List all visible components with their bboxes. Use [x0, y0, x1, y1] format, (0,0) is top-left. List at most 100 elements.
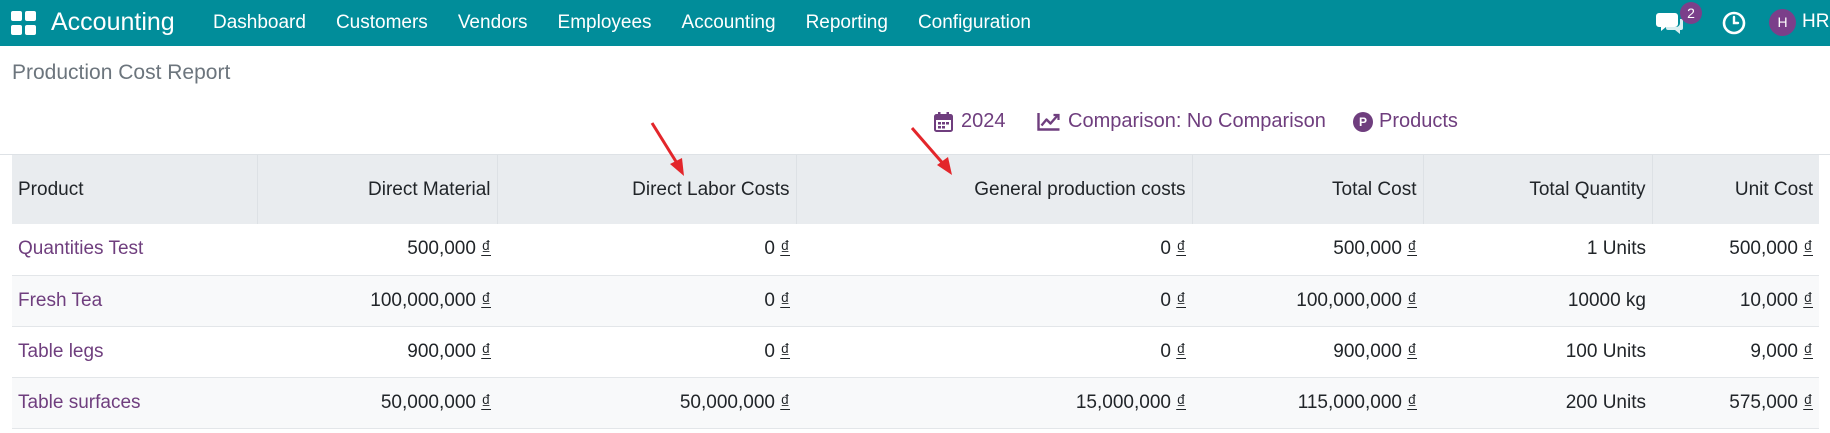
amount-value: 115,000,000: [1297, 391, 1402, 413]
currency-symbol: ₫: [780, 238, 790, 260]
amount-value: 0: [1160, 238, 1171, 260]
total-cost-cell: 100,000,000 ₫: [1192, 275, 1423, 327]
column-header-direct-labor-costs[interactable]: Direct Labor Costs: [497, 155, 797, 224]
direct-material-cell: 900,000 ₫: [257, 326, 497, 378]
products-icon: P: [1353, 111, 1373, 132]
table-row: Table legs 900,000 ₫ 0 ₫ 0 ₫ 900,000 ₫ 1…: [12, 326, 1819, 378]
currency-symbol: ₫: [780, 289, 790, 311]
total-cost-cell: 900,000 ₫: [1192, 326, 1423, 378]
column-header-total-quantity[interactable]: Total Quantity: [1423, 155, 1653, 224]
amount-value: 0: [1160, 289, 1171, 311]
app-brand[interactable]: Accounting: [51, 7, 175, 37]
amount-value: 0: [764, 238, 775, 260]
direct-labor-cell: 0 ₫: [497, 224, 796, 276]
products-filter[interactable]: P Products: [1353, 110, 1458, 133]
products-filter-label: Products: [1379, 110, 1458, 132]
amount-value: 0: [1160, 340, 1171, 362]
menu-vendors[interactable]: Vendors: [458, 12, 528, 34]
amount-value: 575,000: [1729, 391, 1798, 413]
column-header-direct-material[interactable]: Direct Material: [257, 155, 498, 224]
menu-dashboard[interactable]: Dashboard: [213, 12, 306, 34]
currency-symbol: ₫: [1407, 238, 1417, 260]
currency-symbol: ₫: [481, 289, 491, 311]
direct-material-cell: 50,000,000 ₫: [257, 377, 497, 429]
direct-labor-cell: 0 ₫: [497, 326, 796, 378]
amount-value: 500,000: [1333, 238, 1402, 260]
product-cell: Fresh Tea: [12, 275, 257, 327]
total-cost-cell: 115,000,000 ₫: [1192, 377, 1423, 429]
line-chart-icon: [1037, 113, 1060, 131]
currency-symbol: ₫: [1407, 391, 1417, 413]
amount-value: 500,000: [407, 238, 476, 260]
currency-symbol: ₫: [780, 340, 790, 362]
amount-value: 15,000,000: [1075, 391, 1171, 413]
table-row: Table surfaces 50,000,000 ₫ 50,000,000 ₫…: [12, 377, 1819, 429]
quantity-cell: 10000 kg: [1423, 275, 1652, 327]
calendar-icon: [934, 111, 953, 132]
general-costs-cell: 0 ₫: [796, 326, 1192, 378]
comparison-filter[interactable]: Comparison: No Comparison: [1037, 110, 1326, 133]
currency-symbol: ₫: [1803, 340, 1813, 362]
year-filter-label: 2024: [961, 110, 1006, 132]
table-row: Quantities Test 500,000 ₫ 0 ₫ 0 ₫ 500,00…: [12, 224, 1819, 276]
currency-symbol: ₫: [481, 340, 491, 362]
general-costs-cell: 15,000,000 ₫: [796, 377, 1192, 429]
column-header-total-cost[interactable]: Total Cost: [1192, 155, 1424, 224]
menu-customers[interactable]: Customers: [336, 12, 428, 34]
direct-material-cell: 100,000,000 ₫: [257, 275, 497, 327]
product-cell: Table surfaces: [12, 377, 257, 429]
currency-symbol: ₫: [481, 238, 491, 260]
unit-cost-cell: 575,000 ₫: [1652, 377, 1819, 429]
production-cost-table: Product Direct Material Direct Labor Cos…: [12, 155, 1819, 429]
quantity-cell: 200 Units: [1423, 377, 1652, 429]
year-filter[interactable]: 2024: [934, 110, 1006, 133]
amount-value: 0: [764, 289, 775, 311]
top-navbar: Accounting Dashboard Customers Vendors E…: [0, 0, 1830, 46]
main-menu: Dashboard Customers Vendors Employees Ac…: [213, 0, 1061, 46]
direct-material-cell: 500,000 ₫: [257, 224, 497, 276]
currency-symbol: ₫: [1176, 391, 1186, 413]
amount-value: 900,000: [1333, 340, 1402, 362]
currency-symbol: ₫: [1407, 340, 1417, 362]
clock-icon[interactable]: [1722, 11, 1746, 35]
amount-value: 500,000: [1729, 238, 1798, 260]
avatar[interactable]: H: [1769, 9, 1796, 36]
page-title: Production Cost Report: [12, 61, 231, 84]
direct-labor-cell: 50,000,000 ₫: [497, 377, 796, 429]
direct-labor-cell: 0 ₫: [497, 275, 796, 327]
amount-value: 0: [764, 340, 775, 362]
product-link[interactable]: Quantities Test: [18, 238, 143, 259]
unit-cost-cell: 10,000 ₫: [1652, 275, 1819, 327]
amount-value: 50,000,000: [679, 391, 775, 413]
column-header-product[interactable]: Product: [12, 155, 258, 224]
product-link[interactable]: Table surfaces: [18, 392, 141, 413]
amount-value: 900,000: [407, 340, 476, 362]
product-cell: Table legs: [12, 326, 257, 378]
chat-count-badge: 2: [1680, 2, 1702, 24]
general-costs-cell: 0 ₫: [796, 224, 1192, 276]
menu-configuration[interactable]: Configuration: [918, 12, 1031, 34]
comparison-filter-label: Comparison: No Comparison: [1068, 110, 1326, 132]
currency-symbol: ₫: [1176, 289, 1186, 311]
column-header-unit-cost[interactable]: Unit Cost: [1652, 155, 1819, 224]
amount-value: 9,000: [1750, 340, 1798, 362]
quantity-cell: 100 Units: [1423, 326, 1652, 378]
user-name[interactable]: HR: [1802, 11, 1829, 33]
column-header-general-production-costs[interactable]: General production costs: [796, 155, 1193, 224]
unit-cost-cell: 500,000 ₫: [1652, 224, 1819, 276]
general-costs-cell: 0 ₫: [796, 275, 1192, 327]
currency-symbol: ₫: [1803, 238, 1813, 260]
menu-reporting[interactable]: Reporting: [806, 12, 888, 34]
menu-employees[interactable]: Employees: [558, 12, 652, 34]
product-link[interactable]: Fresh Tea: [18, 290, 102, 311]
product-link[interactable]: Table legs: [18, 341, 104, 362]
unit-cost-cell: 9,000 ₫: [1652, 326, 1819, 378]
currency-symbol: ₫: [780, 391, 790, 413]
currency-symbol: ₫: [1176, 340, 1186, 362]
menu-accounting[interactable]: Accounting: [682, 12, 776, 34]
apps-grid-icon[interactable]: [11, 11, 36, 35]
product-cell: Quantities Test: [12, 224, 257, 276]
amount-value: 100,000,000: [1296, 289, 1402, 311]
currency-symbol: ₫: [481, 391, 491, 413]
table-row: Fresh Tea 100,000,000 ₫ 0 ₫ 0 ₫ 100,000,…: [12, 275, 1819, 327]
